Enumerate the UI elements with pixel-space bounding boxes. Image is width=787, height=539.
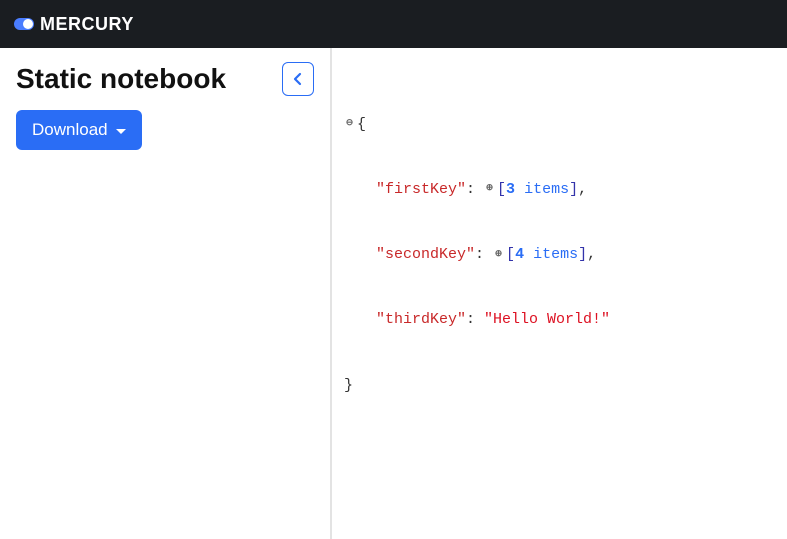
notebook-output: ⊖{ "firstKey": ⊕[3 items], "secondKey": … [332, 48, 787, 539]
json-key: "firstKey" [376, 181, 466, 198]
chevron-left-icon [293, 72, 303, 86]
json-key: "secondKey" [376, 246, 475, 263]
mercury-toggle-icon [14, 18, 34, 30]
sidebar: Static notebook Download [0, 48, 332, 539]
expand-toggle-icon[interactable]: ⊕ [484, 183, 495, 194]
collapse-sidebar-button[interactable] [282, 62, 314, 96]
json-entry: "secondKey": ⊕[4 items], [344, 244, 775, 266]
brand-name: MERCURY [40, 14, 134, 35]
caret-down-icon [116, 129, 126, 134]
header-bar: MERCURY [0, 0, 787, 48]
download-button-label: Download [32, 120, 108, 140]
brand-logo[interactable]: MERCURY [14, 14, 134, 35]
json-entry: "firstKey": ⊕[3 items], [344, 179, 775, 201]
json-root-close: } [344, 375, 775, 397]
json-key: "thirdKey" [376, 311, 466, 328]
expand-toggle-icon[interactable]: ⊕ [493, 249, 504, 260]
page-title: Static notebook [16, 63, 226, 95]
json-string-value: "Hello World!" [484, 311, 610, 328]
download-button[interactable]: Download [16, 110, 142, 150]
json-root-open: ⊖{ [344, 114, 775, 136]
collapse-toggle-icon[interactable]: ⊖ [344, 118, 355, 129]
json-entry: "thirdKey": "Hello World!" [344, 309, 775, 331]
